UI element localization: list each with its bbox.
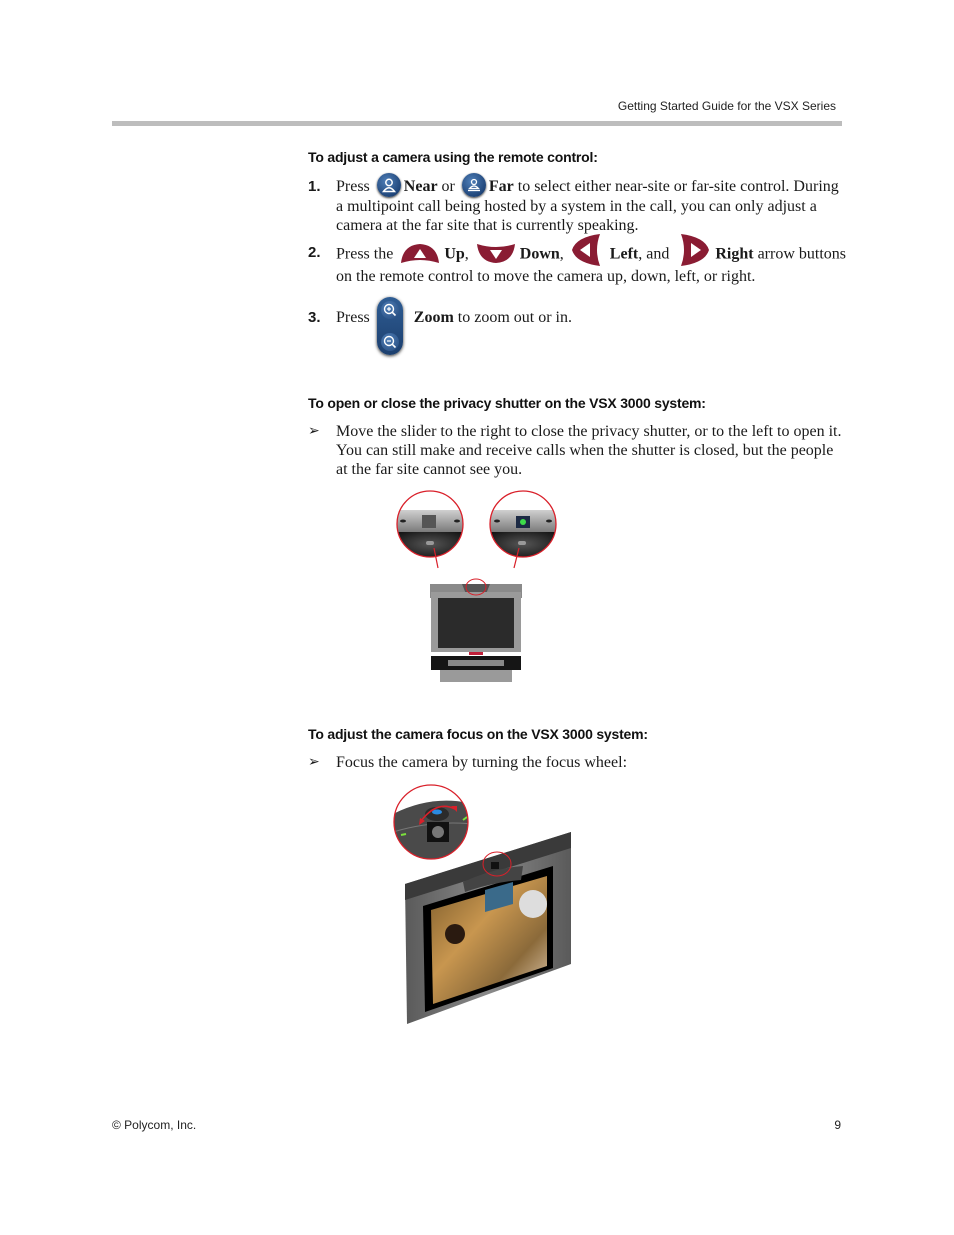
footer-copyright: © Polycom, Inc.	[112, 1118, 197, 1132]
section-heading-shutter: To open or close the privacy shutter on …	[308, 395, 706, 411]
left-arrow-icon	[571, 234, 600, 266]
running-header: Getting Started Guide for the VSX Series	[617, 99, 836, 113]
down-arrow-icon	[476, 244, 515, 263]
shutter-bullet: ➢ Move the slider to the right to close …	[308, 422, 848, 479]
vsx3000-monitor	[430, 578, 522, 682]
up-arrow-icon	[401, 244, 440, 263]
step-number: 2.	[308, 244, 321, 261]
up-label: Up	[444, 245, 465, 263]
step-text: Press the	[336, 245, 394, 263]
zoom-button-icon	[377, 297, 403, 355]
step-text: or	[441, 178, 455, 195]
step-number: 1.	[308, 178, 321, 195]
zoom-out-icon	[381, 333, 399, 351]
bullet-text: Focus the camera by turning the focus wh…	[336, 754, 628, 771]
right-label: Right	[715, 245, 754, 263]
far-person-icon	[461, 173, 486, 198]
privacy-shutter-illustration	[396, 490, 557, 682]
step-2: 2. Press the Up, Down, Left, and Right a…	[308, 234, 848, 286]
step-text: Press	[336, 178, 370, 195]
right-arrow-icon	[681, 234, 710, 266]
zoom-label: Zoom	[413, 309, 454, 326]
step-number: 3.	[308, 309, 321, 326]
section-heading-remote: To adjust a camera using the remote cont…	[308, 149, 598, 165]
near-person-icon	[376, 173, 401, 198]
far-label: Far	[488, 178, 514, 195]
callout-shutter-open	[397, 491, 463, 557]
callout-shutter-closed	[490, 491, 556, 557]
bullet-arrow-icon: ➢	[308, 424, 320, 439]
page-number: 9	[834, 1118, 841, 1132]
down-label: Down	[519, 245, 560, 263]
step-text: to zoom out or in.	[457, 309, 572, 326]
vsx3000-display	[405, 832, 571, 1024]
near-label: Near	[403, 178, 438, 195]
bullet-text: Move the slider to the right to close th…	[336, 423, 842, 478]
focus-wheel-illustration	[393, 784, 571, 1024]
header-rule	[112, 121, 842, 126]
section-heading-focus: To adjust the camera focus on the VSX 30…	[308, 726, 648, 742]
zoom-in-icon	[381, 301, 399, 319]
step-1: 1. Press Near or Far to select either ne…	[308, 173, 848, 235]
step-text: Press	[336, 309, 370, 326]
left-label: Left	[609, 245, 639, 263]
step-text: , and	[638, 245, 670, 263]
bullet-arrow-icon: ➢	[308, 755, 320, 770]
focus-bullet: ➢ Focus the camera by turning the focus …	[308, 753, 848, 772]
